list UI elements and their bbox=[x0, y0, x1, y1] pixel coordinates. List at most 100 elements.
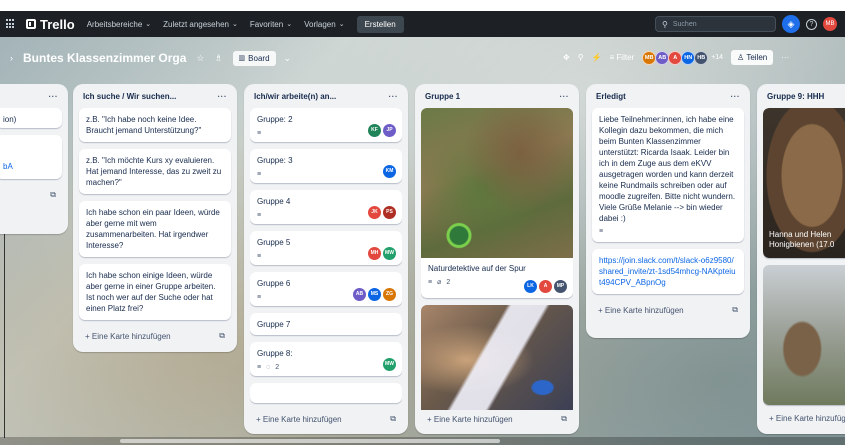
list-title[interactable]: Erledigt bbox=[596, 92, 626, 101]
card-overlay-text: Hanna und Helen Honigbienen (17.0 bbox=[769, 230, 835, 249]
list-item[interactable]: Gruppe 8: ≡ ◌ 2 MW bbox=[250, 342, 402, 376]
user-avatar[interactable]: MB bbox=[823, 17, 837, 31]
list-title[interactable]: Ich suche / Wir suchen... bbox=[83, 92, 176, 101]
nav-recent[interactable]: Zuletzt angesehen ⌄ bbox=[163, 20, 238, 29]
list-menu-icon[interactable]: ··· bbox=[389, 92, 399, 101]
chevron-down-icon: ⌄ bbox=[338, 21, 345, 28]
avatar[interactable]: MW bbox=[383, 358, 396, 371]
avatar[interactable]: AB bbox=[353, 288, 366, 301]
card-template-button[interactable]: ⧉ bbox=[0, 186, 62, 204]
template-icon: ⧉ bbox=[50, 190, 56, 199]
share-button[interactable]: ♙ Teilen bbox=[731, 50, 774, 65]
list-menu-icon[interactable]: ··· bbox=[218, 92, 228, 101]
power-ups-icon[interactable]: ✥ bbox=[563, 53, 570, 62]
template-icon[interactable]: ⧉ bbox=[561, 414, 567, 424]
avatar[interactable]: MH bbox=[368, 247, 381, 260]
list-title[interactable]: Gruppe 1 bbox=[425, 92, 460, 101]
list-item[interactable] bbox=[421, 305, 573, 410]
card-cover-image bbox=[421, 305, 573, 410]
horizontal-scrollbar[interactable] bbox=[0, 437, 845, 445]
template-icon[interactable]: ⧉ bbox=[732, 305, 738, 315]
add-card-button[interactable]: + Eine Karte hinzufügen ⧉ bbox=[421, 410, 573, 428]
nav-workspaces[interactable]: Arbeitsbereiche ⌄ bbox=[87, 20, 151, 29]
list-item[interactable]: Gruppe 6 ≡ AB MS ZG bbox=[250, 272, 402, 306]
list-item[interactable]: Gruppe 7 bbox=[250, 313, 402, 335]
description-icon: ≡ bbox=[428, 279, 433, 286]
visibility-icon[interactable]: ♗ bbox=[214, 53, 222, 64]
add-card-button[interactable]: + Eine Karte hinzufügen ⧉ bbox=[79, 327, 231, 345]
avatar[interactable]: KM bbox=[383, 165, 396, 178]
description-icon: ≡ bbox=[257, 171, 262, 178]
list-item[interactable]: Ich habe schon ein paar Ideen, würde abe… bbox=[79, 201, 231, 257]
automation-icon[interactable]: ⚲ bbox=[578, 53, 584, 62]
avatar[interactable]: AB bbox=[655, 50, 670, 65]
list-item[interactable]: Gruppe 5 ≡ MH MW bbox=[250, 231, 402, 265]
list-item[interactable]: ion) bbox=[0, 108, 62, 128]
list-item[interactable]: bA bbox=[0, 135, 62, 179]
template-icon[interactable]: ⧉ bbox=[390, 414, 396, 424]
list-item[interactable]: Gruppe: 2 ≡ KF JP bbox=[250, 108, 402, 142]
avatar[interactable]: MW bbox=[383, 247, 396, 260]
list-item[interactable]: z.B. "Ich habe noch keine Idee. Braucht … bbox=[79, 108, 231, 142]
list-item[interactable]: https://join.slack.com/t/slack-o6z9580/s… bbox=[592, 249, 744, 294]
search-icon: ⚲ bbox=[662, 19, 668, 29]
butler-icon[interactable]: ⚡ bbox=[592, 53, 602, 62]
search-input[interactable]: ⚲ Suchen bbox=[655, 16, 776, 32]
avatar[interactable]: MS bbox=[368, 288, 381, 301]
description-icon: ≡ bbox=[257, 364, 262, 371]
board-title[interactable]: Buntes Klassenzimmer Orga bbox=[23, 51, 186, 65]
views-chevron-down-icon[interactable]: ⌄ bbox=[284, 53, 292, 64]
filter-button[interactable]: ≡ Filter bbox=[610, 53, 635, 62]
list-item[interactable] bbox=[250, 383, 402, 403]
list-item[interactable]: Hanna und Helen Honigbienen (17.0 bbox=[763, 108, 845, 258]
avatar[interactable]: MP bbox=[554, 280, 567, 293]
avatar[interactable]: HB bbox=[694, 50, 709, 65]
avatar[interactable]: A bbox=[668, 50, 683, 65]
star-icon[interactable]: ☆ bbox=[196, 53, 204, 64]
list-item[interactable]: z.B. "Ich möchte Kurs xy evaluieren. Hat… bbox=[79, 149, 231, 194]
avatar[interactable]: JP bbox=[383, 124, 396, 137]
avatar[interactable]: JK bbox=[368, 206, 381, 219]
more-members-count[interactable]: +14 bbox=[711, 54, 723, 61]
app-switcher-icon[interactable] bbox=[6, 19, 16, 29]
list-item[interactable]: Ich habe schon einige Ideen, würde aber … bbox=[79, 264, 231, 320]
list-item[interactable]: Liebe Teilnehmer:innen, ich habe eine Ko… bbox=[592, 108, 744, 242]
list-title[interactable]: Ich/wir arbeite(n) an... bbox=[254, 92, 336, 101]
top-navigation: Trello Arbeitsbereiche ⌄ Zuletzt angesehe… bbox=[0, 11, 845, 37]
avatar[interactable]: MB bbox=[642, 50, 657, 65]
board-view-button[interactable]: ▥ Board bbox=[232, 50, 276, 66]
list-ich-arbeite: Ich/wir arbeite(n) an... ··· Gruppe: 2 ≡ … bbox=[244, 84, 408, 434]
list-item[interactable]: Naturdetektive auf der Spur ≡ ⌀ 2 LK A MP bbox=[421, 108, 573, 298]
add-card-button[interactable]: + Eine Karte hinzufügen ⧉ bbox=[250, 410, 402, 428]
list-gruppe-1: Gruppe 1 ··· Naturdetektive auf der Spur … bbox=[415, 84, 579, 434]
more-menu-icon[interactable]: ··· bbox=[781, 53, 789, 62]
list-menu-icon[interactable]: ··· bbox=[731, 92, 741, 101]
chevron-right-icon[interactable]: › bbox=[10, 53, 13, 63]
avatar[interactable]: LK bbox=[524, 280, 537, 293]
list-title[interactable]: Gruppe 9: HHH bbox=[767, 92, 824, 101]
avatar[interactable]: KF bbox=[368, 124, 381, 137]
add-card-button[interactable]: + Eine Karte hinzufügen ⧉ bbox=[592, 301, 744, 319]
create-button[interactable]: Erstellen bbox=[356, 15, 404, 33]
trello-logo[interactable]: Trello bbox=[26, 17, 75, 32]
board-icon: ▥ bbox=[238, 55, 246, 62]
list-menu-icon[interactable]: ··· bbox=[560, 92, 570, 101]
add-card-button[interactable]: + Eine Karte hinzufüg bbox=[763, 410, 845, 427]
avatar[interactable]: A bbox=[539, 280, 552, 293]
list-menu-icon[interactable]: ··· bbox=[49, 92, 59, 101]
board-header: › Buntes Klassenzimmer Orga ☆ ♗ ▥ Board … bbox=[0, 45, 845, 71]
avatar[interactable]: ZG bbox=[383, 288, 396, 301]
list-partial: ··· ion) bA ⧉ bbox=[0, 84, 68, 234]
chevron-down-icon: ⌄ bbox=[286, 21, 293, 28]
list-item[interactable]: Gruppe 4 ≡ JK PS bbox=[250, 190, 402, 224]
notifications-icon[interactable]: ◈ bbox=[782, 15, 800, 33]
list-item[interactable]: Gruppe: 3 ≡ KM bbox=[250, 149, 402, 183]
template-icon[interactable]: ⧉ bbox=[219, 331, 225, 341]
scrollbar-thumb[interactable] bbox=[120, 439, 500, 443]
help-icon[interactable]: ? bbox=[806, 18, 817, 30]
nav-templates[interactable]: Vorlagen ⌄ bbox=[304, 20, 344, 29]
list-item[interactable] bbox=[763, 265, 845, 405]
avatar[interactable]: PS bbox=[383, 206, 396, 219]
avatar[interactable]: HN bbox=[681, 50, 696, 65]
nav-starred[interactable]: Favoriten ⌄ bbox=[250, 20, 292, 29]
